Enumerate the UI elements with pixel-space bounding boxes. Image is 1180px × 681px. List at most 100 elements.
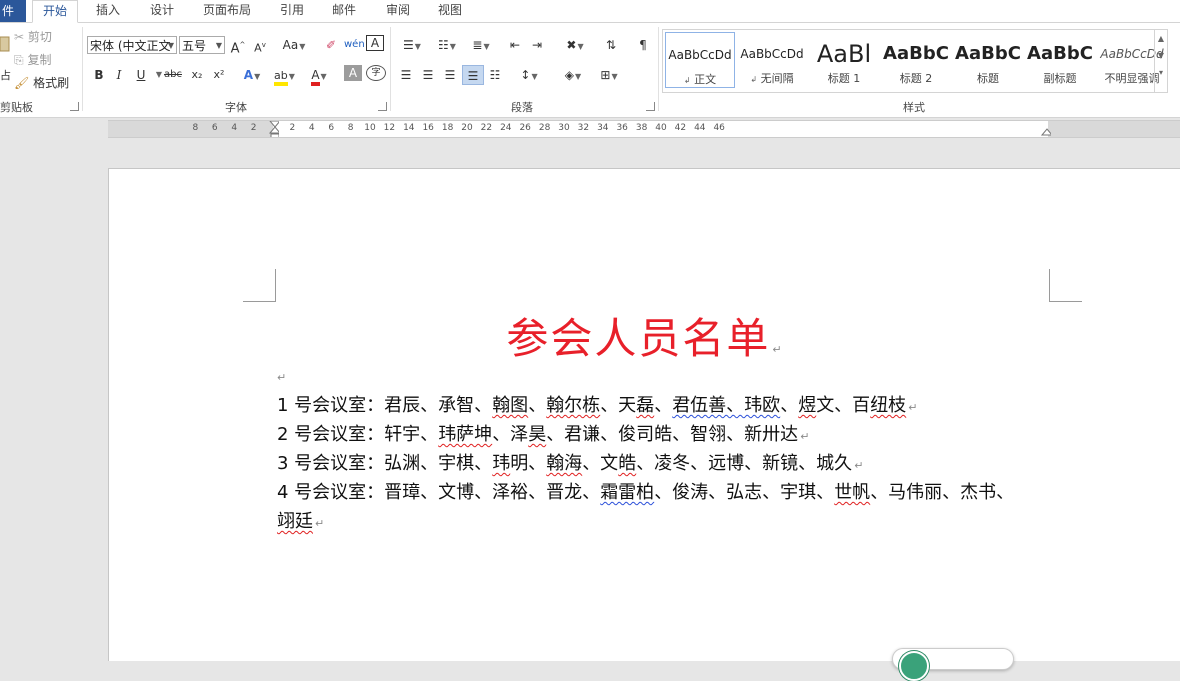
styles-gallery: AaBbCcDd ↲ 正文 AaBbCcDd ↲ 无间隔 AaBl 标题 1 A… bbox=[662, 29, 1168, 93]
group-divider bbox=[658, 27, 659, 111]
brush-icon: 🖌 bbox=[14, 76, 30, 90]
document-page[interactable]: 参会人员名单 ↵ ↵ 1 号会议室：君辰、承智、翰图、翰尔栋、天磊、君伍善、玮欧、… bbox=[108, 168, 1180, 661]
style-subtitle[interactable]: AaBbC 副标题 bbox=[1025, 32, 1095, 88]
file-tab[interactable]: 件 bbox=[0, 0, 26, 22]
bold-button[interactable]: B bbox=[90, 65, 108, 85]
bullets-icon[interactable]: ☰▼ bbox=[397, 35, 427, 55]
style-title[interactable]: AaBbC 标题 bbox=[953, 32, 1023, 88]
tab-page-layout[interactable]: 页面布局 bbox=[196, 0, 258, 22]
line-spacing-icon[interactable]: ↕▼ bbox=[514, 65, 544, 85]
line-text: 、天 bbox=[600, 395, 637, 416]
spelling-flagged-text: 霜雷柏 bbox=[600, 482, 655, 503]
tab-design[interactable]: 设计 bbox=[140, 0, 184, 22]
underline-button[interactable]: U bbox=[132, 65, 150, 85]
distributed-icon[interactable]: ☷ bbox=[486, 65, 504, 85]
enclose-char-icon[interactable]: 字 bbox=[366, 65, 386, 81]
borders-icon[interactable]: ⊞▼ bbox=[594, 65, 624, 85]
paragraph-dialog-launcher[interactable] bbox=[646, 102, 655, 111]
superscript-button[interactable]: x² bbox=[210, 65, 228, 85]
tab-mailings[interactable]: 邮件 bbox=[322, 0, 366, 22]
align-center-icon[interactable]: ☰ bbox=[419, 65, 437, 85]
char-shading-icon[interactable]: A bbox=[344, 65, 362, 81]
decrease-indent-icon[interactable]: ⇤ bbox=[506, 35, 524, 55]
ruler-number: 38 bbox=[635, 123, 648, 133]
show-marks-icon[interactable]: ¶ bbox=[634, 35, 652, 55]
ruler-number: 24 bbox=[500, 123, 512, 133]
document-line[interactable]: 3 号会议室：弘渊、宇棋、玮明、翰海、文皓、凌冬、远博、新镜、城久 ↵ bbox=[277, 449, 863, 475]
align-left-icon[interactable]: ☰ bbox=[397, 65, 415, 85]
text-effects-icon[interactable]: A▼ bbox=[243, 65, 261, 85]
horizontal-ruler[interactable]: 8 6 4 2 2 4 6 8 10 12 14 16 18 20 22 24 26 28 30 32 34 36 38 40… bbox=[108, 120, 1180, 138]
sort-icon[interactable]: ⇅ bbox=[602, 35, 620, 55]
highlight-icon[interactable]: ab▼ bbox=[274, 65, 295, 86]
tab-insert[interactable]: 插入 bbox=[86, 0, 130, 22]
ruler-number: 42 bbox=[674, 123, 687, 133]
line-text: 、俊涛、弘志、宇琪、 bbox=[654, 482, 835, 503]
document-title[interactable]: 参会人员名单 ↵ bbox=[109, 305, 1180, 366]
justify-icon[interactable]: ☰ bbox=[462, 65, 484, 85]
spelling-flagged-text: 翰图 bbox=[492, 395, 529, 416]
paste-button[interactable]: 占 bbox=[0, 27, 12, 82]
gallery-scrollbar[interactable]: ▲ ▼ ▾ bbox=[1154, 30, 1167, 92]
tab-home[interactable]: 开始 bbox=[32, 0, 78, 23]
clear-format-icon[interactable]: ✐ bbox=[322, 35, 340, 55]
style-no-spacing-label: 无间隔 bbox=[760, 72, 794, 85]
increase-indent-icon[interactable]: ⇥ bbox=[528, 35, 546, 55]
style-subtitle-label: 副标题 bbox=[1043, 72, 1077, 85]
phonetic-guide-icon[interactable]: wén bbox=[344, 35, 365, 55]
chevron-down-icon: ▼ bbox=[167, 41, 174, 50]
format-painter-button[interactable]: 🖌 格式刷 bbox=[14, 74, 69, 91]
subscript-button[interactable]: x₂ bbox=[188, 65, 206, 85]
spelling-flagged-text: 世帆 bbox=[834, 482, 871, 503]
multilevel-list-icon[interactable]: ≣▼ bbox=[466, 35, 496, 55]
font-dialog-launcher[interactable] bbox=[378, 102, 387, 111]
clipboard-dialog-launcher[interactable] bbox=[70, 102, 79, 111]
italic-button[interactable]: I bbox=[110, 65, 128, 85]
shrink-font-button[interactable]: Av bbox=[251, 35, 269, 55]
document-line[interactable]: 2 号会议室：轩宇、玮萨坤、泽昊、君谦、俊司皓、智翎、新卅达 ↵ bbox=[277, 420, 809, 446]
tab-view[interactable]: 视图 bbox=[428, 0, 472, 22]
change-case-button[interactable]: Aa▼ bbox=[279, 35, 309, 55]
line-text: 明、 bbox=[510, 453, 547, 474]
tab-references[interactable]: 引用 bbox=[270, 0, 314, 22]
crop-mark-right bbox=[1049, 269, 1082, 302]
font-name-combo[interactable]: 宋体 (中文正文 ▼ bbox=[87, 36, 177, 54]
floating-assistant-button[interactable] bbox=[892, 648, 1014, 681]
right-indent-marker[interactable] bbox=[1041, 121, 1051, 137]
document-line[interactable]: 1 号会议室：君辰、承智、翰图、翰尔栋、天磊、君伍善、玮欧、煜文、百纽枝 ↵ bbox=[277, 391, 917, 417]
document-line[interactable]: 4 号会议室：晋璋、文博、泽裕、晋龙、霜雷柏、俊涛、弘志、宇琪、世帆、马伟丽、杰… bbox=[277, 478, 1014, 504]
grow-font-button[interactable]: A^ bbox=[229, 35, 247, 56]
gallery-more-icon[interactable]: ▾ bbox=[1155, 68, 1167, 77]
first-line-indent-marker[interactable] bbox=[269, 121, 279, 137]
chevron-up-icon[interactable]: ▲ bbox=[1155, 34, 1167, 43]
paste-label: 占 bbox=[0, 69, 11, 82]
shading-icon[interactable]: ◈▼ bbox=[558, 65, 588, 85]
style-heading-2[interactable]: AaBbC 标题 2 bbox=[881, 32, 951, 88]
style-heading-2-label: 标题 2 bbox=[899, 72, 933, 85]
line-text: 、 bbox=[780, 395, 799, 416]
chinese-layout-icon[interactable]: ✖▼ bbox=[560, 35, 590, 55]
empty-paragraph-mark: ↵ bbox=[277, 371, 287, 384]
char-border-icon[interactable]: A bbox=[366, 35, 384, 51]
ruler-number: 26 bbox=[519, 123, 531, 133]
ruler-number: 4 bbox=[231, 123, 238, 133]
ruler-number: 4 bbox=[308, 123, 315, 133]
crop-mark-left bbox=[243, 269, 276, 302]
font-name-value: 宋体 (中文正文 bbox=[90, 39, 171, 53]
paragraph-mark: ↵ bbox=[908, 401, 918, 414]
style-normal[interactable]: AaBbCcDd ↲ 正文 bbox=[665, 32, 735, 88]
copy-button[interactable]: ⎘ 复制 bbox=[14, 51, 51, 68]
font-color-icon[interactable]: A▼ bbox=[310, 65, 328, 86]
tab-review[interactable]: 审阅 bbox=[376, 0, 420, 22]
align-right-icon[interactable]: ☰ bbox=[441, 65, 459, 85]
strikethrough-button[interactable]: abc bbox=[164, 65, 182, 85]
numbering-icon[interactable]: ☷▼ bbox=[432, 35, 462, 55]
paragraph-group-label: 段落 bbox=[511, 101, 533, 114]
style-heading-1[interactable]: AaBl 标题 1 bbox=[809, 32, 879, 88]
line-text: 2 号会议室：轩宇、 bbox=[277, 424, 439, 445]
chevron-down-icon[interactable]: ▼ bbox=[1155, 51, 1167, 60]
style-no-spacing[interactable]: AaBbCcDd ↲ 无间隔 bbox=[737, 32, 807, 88]
document-line[interactable]: 翊廷 ↵ bbox=[277, 507, 324, 533]
font-size-combo[interactable]: 五号 ▼ bbox=[179, 36, 225, 54]
cut-button[interactable]: ✂ 剪切 bbox=[14, 28, 52, 45]
